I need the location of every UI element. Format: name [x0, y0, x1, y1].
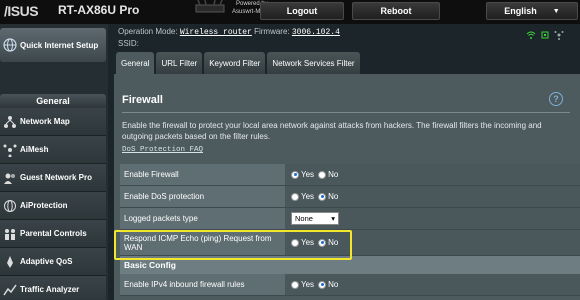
quick-internet-setup-button[interactable]: Quick Internet Setup: [0, 28, 106, 62]
enable-firewall-label: Enable Firewall: [120, 164, 285, 185]
setting-row-ipv4-inbound: Enable IPv4 inbound firewall rules Yes N…: [120, 274, 580, 296]
sidebar-item-label: Parental Controls: [20, 229, 87, 238]
setting-row-logged-packets: Logged packets type None ▾: [120, 208, 580, 230]
info-bar: Operation Mode: Wireless router Firmware…: [118, 26, 578, 48]
guest-network-icon: [4, 173, 15, 184]
sidebar-item-label: Traffic Analyzer: [20, 285, 80, 294]
radio-unselected[interactable]: [291, 280, 299, 289]
firewall-description: Enable the firewall to protect your loca…: [122, 121, 542, 141]
logged-packets-select[interactable]: None ▾: [291, 212, 339, 225]
title-divider: [122, 112, 570, 113]
language-select[interactable]: English ▼: [486, 2, 578, 20]
sidebar-section-general: General: [0, 94, 106, 108]
usb-icon[interactable]: [540, 30, 550, 40]
dos-protection-faq-link[interactable]: DoS Protection FAQ: [122, 146, 203, 154]
aimesh-status-icon[interactable]: [554, 30, 564, 40]
radio-label-yes: Yes: [301, 280, 315, 289]
tab-general[interactable]: General: [116, 52, 155, 74]
ssid-label: SSID:: [118, 39, 139, 48]
ipv4-inbound-label: Enable IPv4 inbound firewall rules: [120, 274, 285, 295]
radio-unselected[interactable]: [291, 192, 299, 201]
help-icon[interactable]: ?: [549, 92, 563, 106]
sidebar-item-parental-controls[interactable]: Parental Controls: [0, 220, 106, 248]
icmp-highlight-box: [114, 230, 352, 260]
sidebar-item-adaptive-qos[interactable]: Adaptive QoS: [0, 248, 106, 276]
network-map-icon: [4, 115, 16, 128]
ipv4-inbound-yes-radio[interactable]: Yes: [291, 280, 314, 289]
firmware-label: Firmware:: [254, 27, 290, 36]
firewall-panel: Firewall ? Enable the firewall to protec…: [114, 74, 580, 300]
sidebar-item-aiprotection[interactable]: AiProtection: [0, 192, 106, 220]
wifi-icon[interactable]: [526, 30, 536, 40]
sidebar-item-label: AiProtection: [20, 201, 68, 210]
ipv4-inbound-no-radio[interactable]: No: [318, 280, 338, 289]
radio-selected[interactable]: [291, 170, 299, 179]
asus-logo: /ISUS: [4, 3, 39, 19]
sidebar-item-label: AiMesh: [20, 145, 49, 154]
radio-unselected[interactable]: [318, 170, 327, 179]
radio-selected[interactable]: [318, 192, 327, 201]
enable-dos-yes-radio[interactable]: Yes: [291, 192, 314, 201]
language-label: English: [504, 6, 537, 16]
tab-keyword-filter[interactable]: Keyword Filter: [204, 52, 266, 74]
enable-firewall-no-radio[interactable]: No: [318, 170, 338, 179]
radio-label-no: No: [328, 170, 339, 179]
firmware-value[interactable]: 3006.102.4: [292, 28, 340, 37]
sidebar-item-label: Adaptive QoS: [20, 257, 73, 266]
enable-firewall-yes-radio[interactable]: Yes: [291, 170, 314, 179]
setting-row-enable-dos: Enable DoS protection Yes No: [120, 186, 580, 208]
sidebar-menu: Network Map AiMesh Guest Network Pro AiP…: [0, 108, 106, 300]
sidebar-item-label: Network Map: [20, 117, 70, 126]
sidebar-item-network-map[interactable]: Network Map: [0, 108, 106, 136]
tab-network-services-filter[interactable]: Network Services Filter: [267, 52, 360, 74]
model-name: RT-AX86U Pro: [58, 3, 140, 17]
tab-url-filter[interactable]: URL Filter: [156, 52, 203, 74]
radio-label-no: No: [328, 192, 339, 201]
top-bar: /ISUS RT-AX86U Pro Powered by Asuswrt-Me…: [0, 0, 580, 24]
chart-icon: [3, 284, 17, 295]
sidebar-item-label: Guest Network Pro: [20, 173, 93, 182]
reboot-button[interactable]: Reboot: [352, 2, 440, 20]
op-mode-value[interactable]: Wireless router: [180, 28, 252, 37]
globe-icon: [4, 199, 16, 212]
logged-packets-label: Logged packets type: [120, 208, 285, 229]
tab-bar: General URL Filter Keyword Filter Networ…: [116, 52, 360, 74]
radio-label-no: No: [328, 280, 339, 289]
enable-dos-label: Enable DoS protection: [120, 186, 285, 207]
sidebar-item-traffic-analyzer[interactable]: Traffic Analyzer: [0, 276, 106, 300]
radio-selected[interactable]: [318, 280, 327, 289]
chevron-down-icon: ▾: [331, 214, 335, 223]
globe-icon: [3, 38, 17, 52]
logout-button[interactable]: Logout: [260, 2, 344, 20]
rocket-icon: [7, 255, 13, 268]
logged-packets-value: None: [295, 214, 313, 223]
chevron-down-icon: ▼: [552, 7, 560, 15]
op-mode-label: Operation Mode:: [118, 27, 178, 36]
router-icon: [195, 0, 225, 13]
setting-row-enable-firewall: Enable Firewall Yes No: [120, 164, 580, 186]
qis-label: Quick Internet Setup: [20, 40, 99, 50]
page-title: Firewall: [122, 94, 163, 106]
radio-label-yes: Yes: [301, 192, 315, 201]
aimesh-icon: [3, 144, 17, 157]
sidebar-item-aimesh[interactable]: AiMesh: [0, 136, 106, 164]
family-icon: [5, 228, 15, 240]
enable-dos-no-radio[interactable]: No: [318, 192, 338, 201]
sidebar: Quick Internet Setup General Network Map…: [0, 24, 108, 300]
status-icons: [526, 30, 564, 40]
sidebar-item-guest-network[interactable]: Guest Network Pro: [0, 164, 106, 192]
radio-label-yes: Yes: [301, 170, 315, 179]
